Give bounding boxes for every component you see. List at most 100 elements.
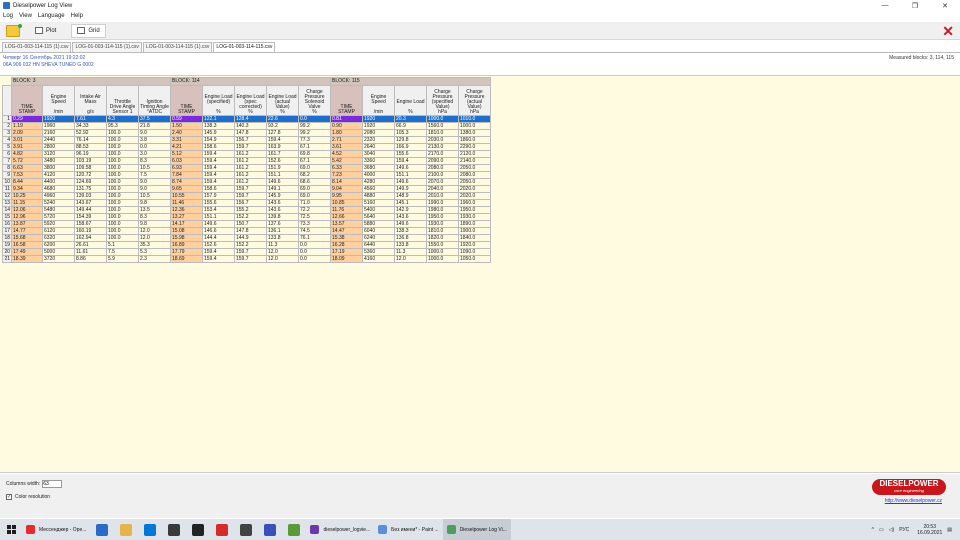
column-header[interactable]: TIME STAMP [11,85,43,116]
table-cell[interactable]: 149.6 [202,220,235,228]
table-row[interactable]: 5 3.91 2800 88.53 100.0 0.0 4.21 158.6 159.7 163.… [2,143,491,151]
table-cell[interactable]: 77.3 [298,136,331,144]
menu-view[interactable]: View [16,12,35,21]
row-number[interactable]: 16 [2,220,12,228]
table-cell[interactable]: 13.57 [330,220,363,228]
table-cell[interactable]: 68.2 [298,171,331,179]
taskbar-item-active[interactable]: Dieselpower Log Vi... [442,519,511,540]
table-cell[interactable]: 3.91 [11,143,43,151]
table-cell[interactable]: 2080 [362,129,395,137]
row-number[interactable]: 18 [2,234,12,242]
table-row[interactable]: 18 15.68 6320 162.94 100.0 12.0 15.98 144.4 144.… [2,234,491,242]
table-cell[interactable]: 161.2 [234,150,267,158]
table-cell[interactable]: 16.28 [330,241,363,249]
file-tab[interactable]: LOG-01-003-114-115 (1).csv [2,42,72,52]
table-cell[interactable]: 67.1 [298,143,331,151]
table-cell[interactable]: 13.27 [170,213,203,221]
table-cell[interactable]: 2020.0 [458,185,491,193]
table-cell[interactable]: 2120.0 [458,150,491,158]
table-row[interactable]: 20 17.49 5000 11.61 7.5 5.3 17.79 159.4 159.7 12.… [2,248,491,256]
table-cell[interactable]: 145.9 [202,129,235,137]
website-link[interactable]: http://www.dieselpower.cz [885,498,942,504]
table-cell[interactable]: 133.8 [394,241,427,249]
table-cell[interactable]: 127.8 [266,129,299,137]
table-cell[interactable]: 10.5 [138,164,171,172]
table-cell[interactable]: 1960.0 [458,199,491,207]
table-row[interactable]: 6 4.82 3120 96.19 100.0 3.0 5.12 159.4 161.2 161.… [2,150,491,158]
table-cell[interactable]: 34.33 [74,122,107,130]
table-cell[interactable]: 156.7 [234,199,267,207]
table-cell[interactable]: 122.1 [202,115,235,123]
table-cell[interactable]: 109.58 [74,164,107,172]
table-row[interactable]: 17 14.77 6120 160.19 100.0 12.0 15.08 146.6 147.… [2,227,491,235]
table-cell[interactable]: 7.84 [170,171,203,179]
mail-icon[interactable] [96,523,109,536]
table-cell[interactable]: 142.9 [394,206,427,214]
table-cell[interactable]: 148.9 [394,192,427,200]
table-cell[interactable]: 72.5 [298,213,331,221]
table-cell[interactable]: 13.5 [138,206,171,214]
table-row[interactable]: 19 16.58 6200 26.61 5.1 35.3 16.89 152.6 152.2 11… [2,241,491,249]
table-cell[interactable]: 0.0 [138,143,171,151]
table-cell[interactable]: 155.6 [394,150,427,158]
table-cell[interactable]: 159.4 [394,157,427,165]
start-button[interactable] [0,519,22,540]
table-cell[interactable]: 154.39 [74,213,107,221]
table-cell[interactable]: 12.06 [11,206,43,214]
table-cell[interactable]: 69.0 [298,185,331,193]
table-cell[interactable]: 7.23 [330,171,363,179]
table-cell[interactable]: 17.49 [11,248,43,256]
table-cell[interactable]: 12.0 [394,255,427,263]
table-cell[interactable]: 10.55 [170,192,203,200]
row-number[interactable]: 3 [2,129,12,137]
table-cell[interactable]: 159.7 [234,192,267,200]
table-cell[interactable]: 18.09 [330,255,363,263]
table-cell[interactable]: 161.2 [234,178,267,186]
table-cell[interactable]: 144.9 [234,234,267,242]
table-cell[interactable]: 74.5 [298,227,331,235]
row-number[interactable]: 15 [2,213,12,221]
row-number[interactable]: 21 [2,255,12,263]
row-number[interactable]: 5 [2,143,12,151]
table-cell[interactable]: 5.1 [106,241,139,249]
table-cell[interactable]: 149.9 [394,185,427,193]
window-close-button[interactable]: ✕ [930,0,960,11]
table-cell[interactable]: 100.0 [106,178,139,186]
table-cell[interactable]: 100.0 [106,199,139,207]
table-cell[interactable]: 8.3 [138,213,171,221]
table-cell[interactable]: 8.86 [74,255,107,263]
row-number[interactable]: 19 [2,241,12,249]
open-folder-icon[interactable] [6,23,22,37]
table-cell[interactable]: 100.0 [106,171,139,179]
table-cell[interactable]: 2080.0 [458,171,491,179]
app-icon-red[interactable] [216,523,229,536]
table-cell[interactable]: 5920 [42,220,75,228]
table-cell[interactable]: 6320 [42,234,75,242]
column-header[interactable]: Engine Load (specified)% [202,85,235,116]
table-cell[interactable]: 155.2 [234,206,267,214]
table-cell[interactable]: 2440 [42,136,75,144]
table-cell[interactable]: 100.0 [106,192,139,200]
table-cell[interactable]: 128.4 [234,115,267,123]
table-cell[interactable]: 1090.0 [458,248,491,256]
table-cell[interactable]: 6200 [42,241,75,249]
table-cell[interactable]: 3.01 [11,136,43,144]
table-cell[interactable]: 1050.0 [458,255,491,263]
table-cell[interactable]: 100.0 [106,164,139,172]
language-indicator[interactable]: РУС [899,527,909,533]
table-row[interactable]: 7 5.72 3480 103.19 100.0 8.3 6.03 159.4 161.2 152… [2,157,491,165]
table-cell[interactable]: 1980.0 [426,206,459,214]
table-cell[interactable]: 160.19 [74,227,107,235]
row-number[interactable]: 20 [2,248,12,256]
table-cell[interactable]: 6.63 [11,164,43,172]
table-cell[interactable]: 161.2 [234,157,267,165]
table-cell[interactable]: 140.3 [234,122,267,130]
table-row[interactable]: 3 2.09 2160 52.92 100.0 9.0 2.40 145.9 147.8 127.… [2,129,491,137]
vcds-icon[interactable] [264,523,277,536]
table-cell[interactable]: 3800 [42,164,75,172]
table-cell[interactable]: 149.44 [74,206,107,214]
table-cell[interactable]: 9.0 [138,185,171,193]
table-cell[interactable]: 4160 [362,255,395,263]
table-cell[interactable]: 105.3 [394,129,427,137]
notifications-icon[interactable]: ▤ [947,527,952,533]
